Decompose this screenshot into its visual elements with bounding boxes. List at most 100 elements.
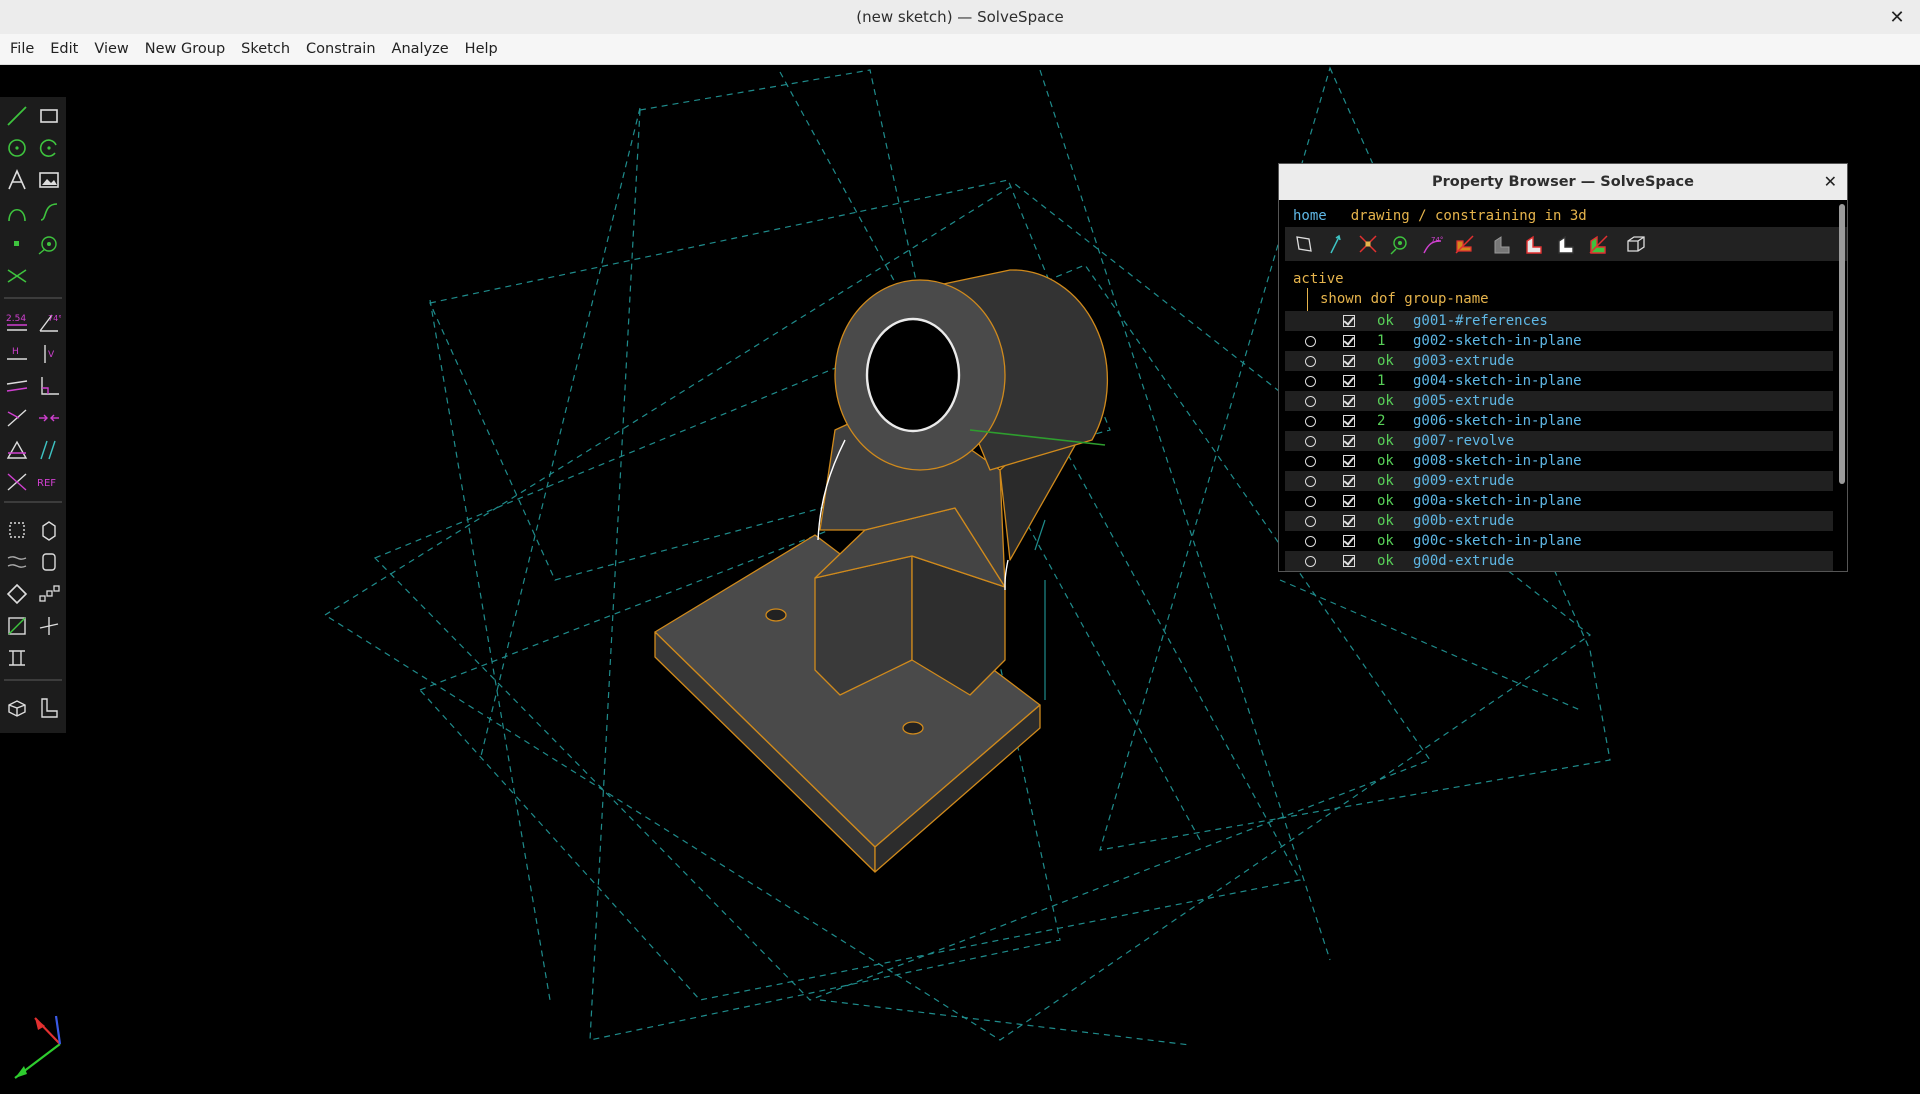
construction-visibility-icon[interactable] [1387,231,1413,257]
group-name-link[interactable]: g004-sketch-in-plane [1413,371,1582,391]
active-group-radio[interactable] [1305,436,1316,447]
workplane-visibility-icon[interactable] [1291,231,1317,257]
shown-checkbox[interactable] [1343,455,1355,467]
group-row[interactable]: ok g008-sketch-in-plane [1285,451,1833,471]
edges-visibility-icon[interactable] [1521,231,1547,257]
shown-checkbox[interactable] [1343,415,1355,427]
menu-view[interactable]: View [86,34,136,64]
group-name-link[interactable]: g00a-sketch-in-plane [1413,491,1582,511]
group-row[interactable]: ok g00a-sketch-in-plane [1285,491,1833,511]
step-rotate-icon[interactable] [2,579,32,609]
perpendicular-icon[interactable] [34,371,64,401]
shown-checkbox[interactable] [1343,495,1355,507]
group-row[interactable]: ok g003-extrude [1285,351,1833,371]
active-group-radio[interactable] [1305,556,1316,567]
group-row[interactable]: ok g001-#references [1285,311,1833,331]
on-point-icon[interactable] [2,403,32,433]
vertical-icon[interactable]: V [34,339,64,369]
menu-edit[interactable]: Edit [42,34,86,64]
group-row[interactable]: ok g00b-extrude [1285,511,1833,531]
active-group-radio[interactable] [1305,396,1316,407]
active-group-radio[interactable] [1305,376,1316,387]
points-visibility-icon[interactable] [1355,231,1381,257]
group-row[interactable]: ok g00c-sketch-in-plane [1285,531,1833,551]
group-name-link[interactable]: g009-extrude [1413,471,1514,491]
group-name-link[interactable]: g001-#references [1413,311,1548,331]
active-group-radio[interactable] [1305,356,1316,367]
perspective-toggle-icon[interactable] [1623,231,1649,257]
shown-checkbox[interactable] [1343,535,1355,547]
constraints-visibility-icon[interactable]: 74° [1419,231,1445,257]
active-group-radio[interactable] [1305,456,1316,467]
assembly-icon[interactable] [2,693,32,723]
lathe-icon[interactable] [34,547,64,577]
workplane-icon[interactable] [34,229,64,259]
horizontal-icon[interactable]: H [2,339,32,369]
symmetric-icon[interactable] [2,435,32,465]
active-group-radio[interactable] [1305,336,1316,347]
new-3d-group-icon[interactable] [2,515,32,545]
group-row[interactable]: 1 g002-sketch-in-plane [1285,331,1833,351]
circle-icon[interactable] [2,133,32,163]
active-group-radio[interactable] [1305,516,1316,527]
faces-visibility-icon[interactable] [1451,231,1477,257]
group-name-link[interactable]: g008-sketch-in-plane [1413,451,1582,471]
workplane-group-icon[interactable] [2,611,32,641]
other-angle-icon[interactable] [2,467,32,497]
reference-icon[interactable]: REF [34,467,64,497]
group-name-link[interactable]: g006-sketch-in-plane [1413,411,1582,431]
property-browser-scrollbar[interactable] [1839,204,1845,484]
group-name-link[interactable]: g005-extrude [1413,391,1514,411]
outlines-visibility-icon[interactable] [1585,231,1611,257]
midpoint-icon[interactable] [34,403,64,433]
group-name-link[interactable]: g00d-extrude [1413,551,1514,571]
point-icon[interactable] [2,229,32,259]
step-translate-icon[interactable] [34,579,64,609]
rectangle-icon[interactable] [34,101,64,131]
group-row[interactable]: ok g00d-extrude [1285,551,1833,571]
active-group-radio[interactable] [1305,416,1316,427]
shown-checkbox[interactable] [1343,355,1355,367]
construction-icon[interactable] [2,261,32,291]
arc-icon[interactable] [34,133,64,163]
trim-icon[interactable] [2,643,32,673]
active-group-radio[interactable] [1305,476,1316,487]
step-icon[interactable] [34,515,64,545]
group-name-link[interactable]: g00b-extrude [1413,511,1514,531]
property-browser-close-button[interactable]: ✕ [1824,172,1837,191]
shown-checkbox[interactable] [1343,335,1355,347]
tangent-arc-icon[interactable] [2,197,32,227]
l-shape-icon[interactable] [34,693,64,723]
group-row[interactable]: ok g007-revolve [1285,431,1833,451]
group-name-link[interactable]: g00c-sketch-in-plane [1413,531,1582,551]
shown-checkbox[interactable] [1343,555,1355,567]
menu-new-group[interactable]: New Group [137,34,233,64]
distance-icon[interactable]: 2.54 [2,307,32,337]
shown-checkbox[interactable] [1343,475,1355,487]
nearest-iso-icon[interactable] [34,611,64,641]
shown-checkbox[interactable] [1343,515,1355,527]
shown-checkbox[interactable] [1343,315,1355,327]
window-close-button[interactable]: ✕ [1886,6,1908,28]
text-icon[interactable] [2,165,32,195]
line-icon[interactable] [2,101,32,131]
bezier-icon[interactable] [34,197,64,227]
shown-checkbox[interactable] [1343,395,1355,407]
nav-home-link[interactable]: home [1293,208,1327,224]
menu-constrain[interactable]: Constrain [298,34,384,64]
shown-checkbox[interactable] [1343,435,1355,447]
image-icon[interactable] [34,165,64,195]
shown-checkbox[interactable] [1343,375,1355,387]
group-name-link[interactable]: g007-revolve [1413,431,1514,451]
group-row[interactable]: ok g005-extrude [1285,391,1833,411]
menu-help[interactable]: Help [457,34,506,64]
shaded-visibility-icon[interactable] [1489,231,1515,257]
group-row[interactable]: ok g009-extrude [1285,471,1833,491]
group-row[interactable]: 1 g004-sketch-in-plane [1285,371,1833,391]
angle-icon[interactable]: 74° [34,307,64,337]
active-group-radio[interactable] [1305,496,1316,507]
group-row[interactable]: 2 g006-sketch-in-plane [1285,411,1833,431]
group-name-link[interactable]: g002-sketch-in-plane [1413,331,1582,351]
mesh-visibility-icon[interactable] [1553,231,1579,257]
normals-visibility-icon[interactable] [1323,231,1349,257]
